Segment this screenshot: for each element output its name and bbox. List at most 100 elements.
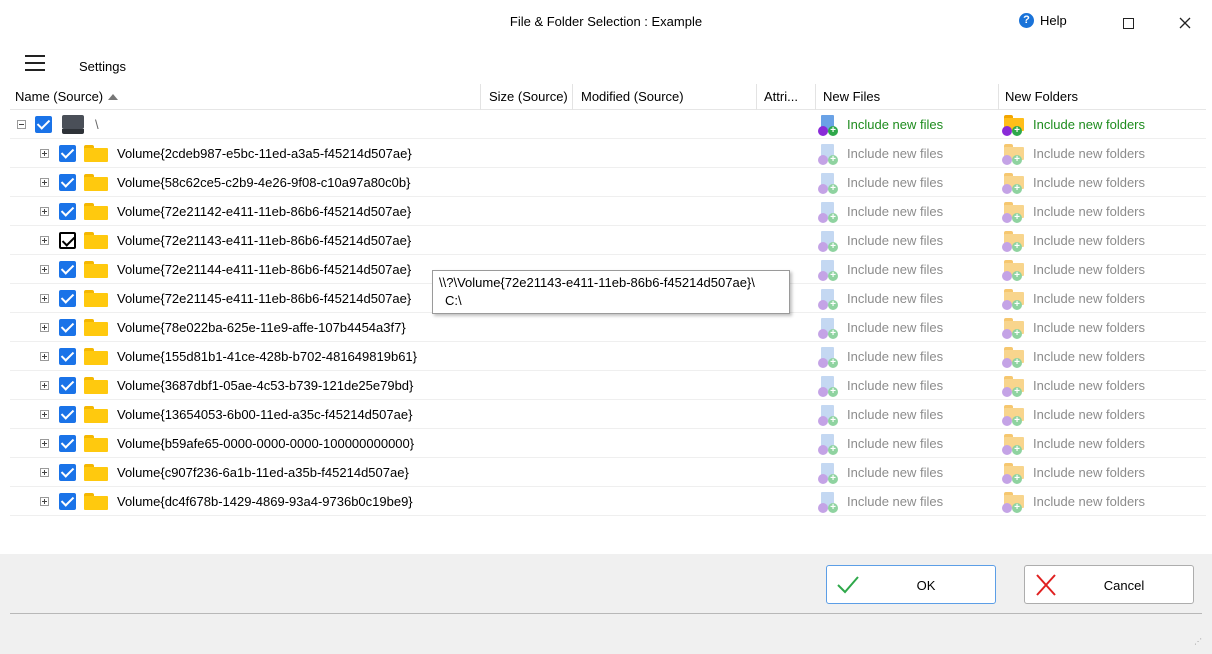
expand-toggle[interactable]: [40, 207, 49, 216]
new-folders-icon: +: [1002, 143, 1026, 165]
include-new-folders-toggle[interactable]: + Include new folders: [1002, 458, 1145, 487]
cancel-button[interactable]: Cancel: [1024, 565, 1194, 604]
checkbox[interactable]: [59, 232, 76, 249]
tree-row[interactable]: Volume{c907f236-6a1b-11ed-a35b-f45214d50…: [10, 458, 1206, 487]
include-new-folders-toggle[interactable]: + Include new folders: [1002, 313, 1145, 342]
tree-row[interactable]: Volume{b59afe65-0000-0000-0000-100000000…: [10, 429, 1206, 458]
new-files-icon: +: [818, 288, 840, 310]
include-new-files-toggle[interactable]: + Include new files: [818, 110, 943, 139]
close-button[interactable]: [1165, 8, 1205, 38]
checkbox[interactable]: [59, 319, 76, 336]
path-tooltip: \\?\Volume{72e21143-e411-11eb-86b6-f4521…: [432, 270, 790, 314]
include-new-files-label: Include new files: [847, 146, 944, 161]
include-new-files-toggle[interactable]: + Include new files: [818, 168, 943, 197]
tree-row[interactable]: Volume{dc4f678b-1429-4869-93a4-9736b0c19…: [10, 487, 1206, 516]
volume-name: Volume{155d81b1-41ce-428b-b702-481649819…: [117, 349, 417, 364]
expand-toggle[interactable]: [40, 294, 49, 303]
include-new-folders-toggle[interactable]: + Include new folders: [1002, 429, 1145, 458]
include-new-files-toggle[interactable]: + Include new files: [818, 255, 943, 284]
expand-toggle[interactable]: [40, 236, 49, 245]
expand-toggle[interactable]: [40, 178, 49, 187]
help-button[interactable]: ? Help: [1019, 13, 1067, 28]
expand-toggle[interactable]: [40, 468, 49, 477]
tree-row[interactable]: Volume{72e21142-e411-11eb-86b6-f45214d50…: [10, 197, 1206, 226]
checkbox[interactable]: [35, 116, 52, 133]
folder-icon: [84, 435, 108, 452]
checkbox[interactable]: [59, 290, 76, 307]
expand-toggle[interactable]: [40, 410, 49, 419]
folder-icon: [84, 203, 108, 220]
new-folders-icon: +: [1002, 346, 1026, 368]
checkbox[interactable]: [59, 406, 76, 423]
expand-toggle[interactable]: [40, 381, 49, 390]
include-new-folders-toggle[interactable]: + Include new folders: [1002, 197, 1145, 226]
expand-toggle[interactable]: [40, 149, 49, 158]
include-new-files-toggle[interactable]: + Include new files: [818, 284, 943, 313]
checkbox[interactable]: [59, 203, 76, 220]
volume-name: Volume{13654053-6b00-11ed-a35c-f45214d50…: [117, 407, 413, 422]
tree-row[interactable]: Volume{78e022ba-625e-11e9-affe-107b4454a…: [10, 313, 1206, 342]
column-header-attributes[interactable]: Attri...: [759, 84, 815, 110]
column-header-new-files[interactable]: New Files: [818, 84, 998, 110]
checkbox[interactable]: [59, 435, 76, 452]
tree-row[interactable]: Volume{58c62ce5-c2b9-4e26-9f08-c10a97a80…: [10, 168, 1206, 197]
include-new-files-toggle[interactable]: + Include new files: [818, 400, 943, 429]
volume-name: Volume{72e21143-e411-11eb-86b6-f45214d50…: [117, 233, 412, 248]
column-header-new-folders[interactable]: New Folders: [1000, 84, 1200, 110]
include-new-folders-toggle[interactable]: + Include new folders: [1002, 371, 1145, 400]
tree-row[interactable]: Volume{2cdeb987-e5bc-11ed-a3a5-f45214d50…: [10, 139, 1206, 168]
ok-button[interactable]: OK: [826, 565, 996, 604]
include-new-files-toggle[interactable]: + Include new files: [818, 487, 943, 516]
include-new-files-toggle[interactable]: + Include new files: [818, 197, 943, 226]
include-new-folders-label: Include new folders: [1033, 291, 1146, 306]
include-new-folders-toggle[interactable]: + Include new folders: [1002, 139, 1145, 168]
checkbox[interactable]: [59, 261, 76, 278]
collapse-toggle[interactable]: [17, 120, 26, 129]
expand-toggle[interactable]: [40, 439, 49, 448]
menu-icon[interactable]: [25, 55, 45, 71]
tree-row[interactable]: Volume{155d81b1-41ce-428b-b702-481649819…: [10, 342, 1206, 371]
checkbox[interactable]: [59, 348, 76, 365]
tree-row[interactable]: Volume{13654053-6b00-11ed-a35c-f45214d50…: [10, 400, 1206, 429]
tree-row-root[interactable]: \ + Include new files + Include new fold…: [10, 110, 1206, 139]
expand-toggle[interactable]: [40, 323, 49, 332]
column-header-modified[interactable]: Modified (Source): [576, 84, 756, 110]
checkbox[interactable]: [59, 464, 76, 481]
checkbox[interactable]: [59, 145, 76, 162]
settings-button[interactable]: Settings: [79, 59, 126, 74]
include-new-files-label: Include new files: [847, 407, 944, 422]
maximize-button[interactable]: [1108, 8, 1148, 38]
include-new-files-toggle[interactable]: + Include new files: [818, 429, 943, 458]
tree-row[interactable]: Volume{3687dbf1-05ae-4c53-b739-121de25e7…: [10, 371, 1206, 400]
include-new-folders-toggle[interactable]: + Include new folders: [1002, 487, 1145, 516]
new-folders-icon: +: [1002, 404, 1026, 426]
checkbox[interactable]: [59, 174, 76, 191]
include-new-files-label: Include new files: [847, 320, 944, 335]
include-new-folders-toggle[interactable]: + Include new folders: [1002, 168, 1145, 197]
expand-toggle[interactable]: [40, 265, 49, 274]
include-new-files-toggle[interactable]: + Include new files: [818, 139, 943, 168]
include-new-folders-label: Include new folders: [1033, 262, 1146, 277]
expand-toggle[interactable]: [40, 497, 49, 506]
expand-toggle[interactable]: [40, 352, 49, 361]
include-new-folders-toggle[interactable]: + Include new folders: [1002, 110, 1145, 139]
include-new-files-toggle[interactable]: + Include new files: [818, 313, 943, 342]
include-new-files-toggle[interactable]: + Include new files: [818, 458, 943, 487]
include-new-files-toggle[interactable]: + Include new files: [818, 342, 943, 371]
checkbox[interactable]: [59, 493, 76, 510]
resize-grip-icon[interactable]: ⋰: [1194, 637, 1202, 646]
column-header-name[interactable]: Name (Source): [10, 84, 480, 110]
new-folders-icon: +: [1002, 230, 1026, 252]
include-new-folders-toggle[interactable]: + Include new folders: [1002, 342, 1145, 371]
include-new-folders-toggle[interactable]: + Include new folders: [1002, 255, 1145, 284]
include-new-folders-toggle[interactable]: + Include new folders: [1002, 400, 1145, 429]
include-new-files-label: Include new files: [847, 291, 944, 306]
include-new-folders-label: Include new folders: [1033, 320, 1146, 335]
include-new-files-toggle[interactable]: + Include new files: [818, 371, 943, 400]
tree-row[interactable]: Volume{72e21143-e411-11eb-86b6-f45214d50…: [10, 226, 1206, 255]
include-new-folders-toggle[interactable]: + Include new folders: [1002, 226, 1145, 255]
column-header-size[interactable]: Size (Source): [484, 84, 570, 110]
checkbox[interactable]: [59, 377, 76, 394]
include-new-folders-toggle[interactable]: + Include new folders: [1002, 284, 1145, 313]
include-new-files-toggle[interactable]: + Include new files: [818, 226, 943, 255]
